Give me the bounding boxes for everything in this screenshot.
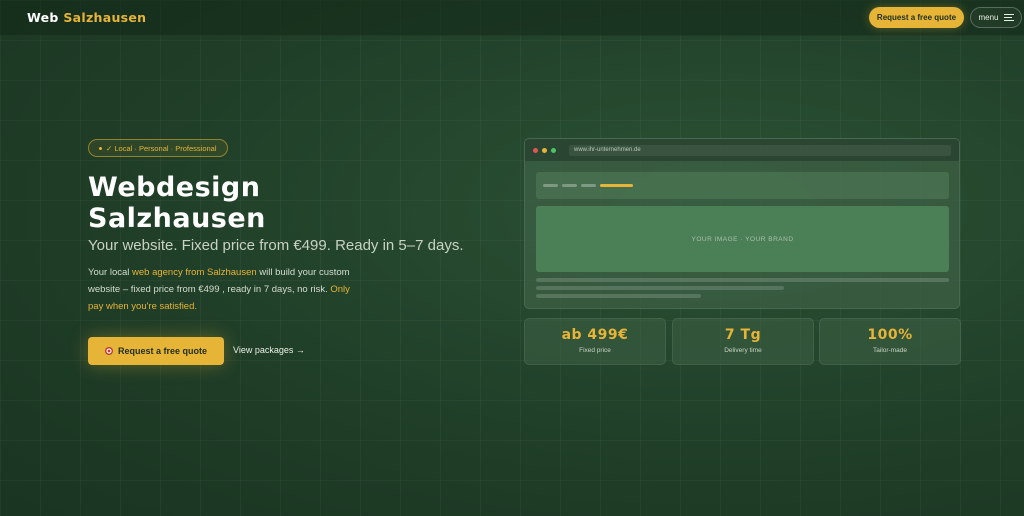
request-quote-label: Request a free quote (117, 346, 208, 356)
logo[interactable]: Web Salzhausen (27, 10, 146, 25)
trust-badge-text: ✓ Local · Personal · Professional (106, 143, 217, 153)
mockup-nav-bar (536, 172, 949, 199)
view-packages-link[interactable]: View packages → (233, 345, 305, 355)
address-bar: www.ihr-unternehmen.de (569, 144, 951, 156)
browser-toolbar: www.ihr-unternehmen.de (525, 139, 959, 161)
mockup-image-placeholder: YOUR IMAGE · YOUR BRAND (536, 206, 949, 272)
stat-label: Delivery time (724, 347, 762, 354)
minimize-dot-icon (542, 147, 547, 153)
menu-button[interactable]: menu (970, 7, 1022, 28)
trust-badge: ✓ Local · Personal · Professional (88, 139, 228, 157)
request-quote-button[interactable]: Request a free quote (88, 337, 224, 365)
title-line-2: Salzhausen (88, 203, 266, 234)
logo-text-web: Web (27, 10, 59, 25)
stat-value: 100% (867, 327, 913, 343)
request-quote-button-header[interactable]: Request a free quote (869, 7, 964, 28)
hero-description: Your local web agency from Salzhausen wi… (88, 264, 358, 315)
stat-card-tailor: 100% Tailor-made (819, 318, 961, 365)
top-nav: Web Salzhausen Request a free quote menu (0, 0, 1024, 36)
mockup-text-line (536, 294, 701, 298)
website-mockup: www.ihr-unternehmen.de YOUR IMAGE · YOUR… (524, 138, 960, 309)
hamburger-icon (1003, 14, 1014, 21)
menu-label: menu (978, 13, 999, 22)
mockup-text-line (536, 278, 949, 282)
logo-text-salzhausen: Salzhausen (63, 10, 147, 25)
page-title: Webdesign Salzhausen (88, 172, 468, 234)
stat-value: 7 Tg (724, 327, 762, 343)
close-dot-icon (533, 147, 538, 153)
bullet-icon (99, 146, 102, 150)
hero-subtitle: Your website. Fixed price from €499. Rea… (88, 237, 464, 254)
maximize-dot-icon (551, 147, 556, 153)
title-line-1: Webdesign (88, 172, 261, 203)
stat-label: Tailor-made (873, 347, 907, 354)
stat-label: Fixed price (579, 347, 611, 354)
target-icon (104, 347, 113, 355)
mockup-text-line (536, 286, 784, 290)
desc-text-1: Your local (88, 267, 133, 278)
stat-card-delivery: 7 Tg Delivery time (672, 318, 814, 365)
stat-value: ab 499€ (561, 327, 629, 343)
agency-link[interactable]: web agency from Salzhausen (132, 267, 257, 278)
stat-card-price: ab 499€ Fixed price (524, 318, 666, 365)
